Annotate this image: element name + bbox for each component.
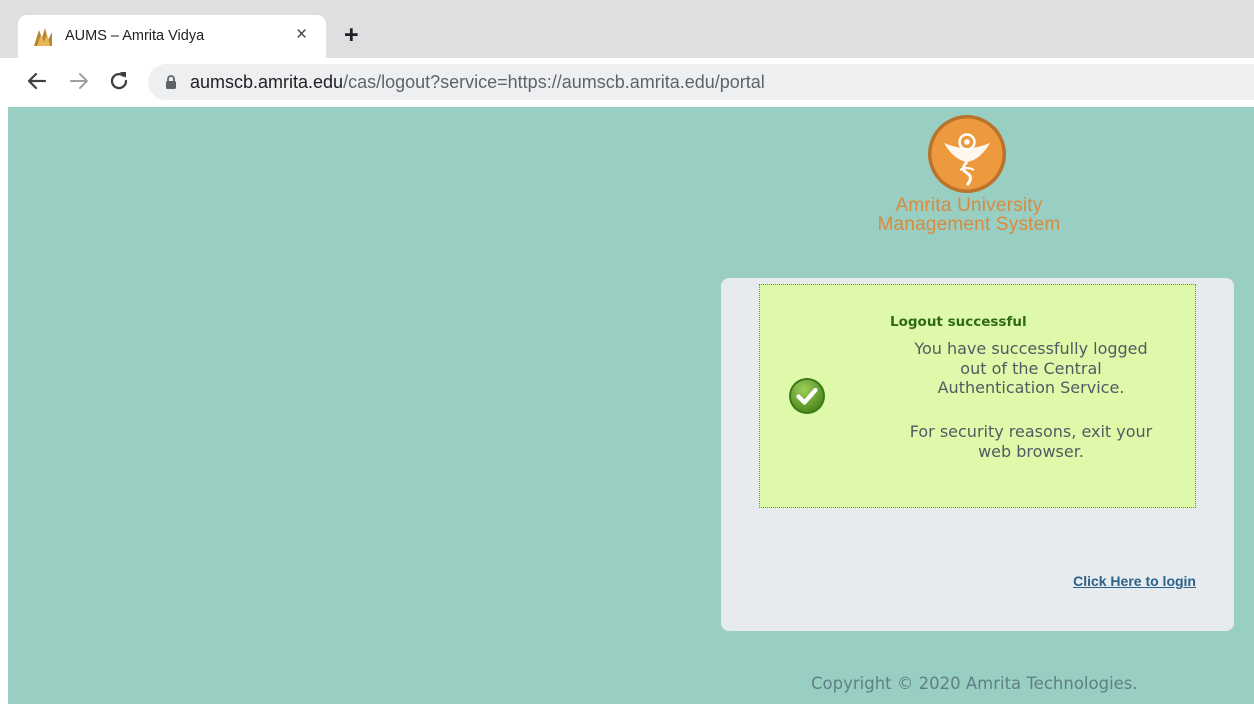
new-tab-icon[interactable]: + [344, 22, 359, 48]
url-text: aumscb.amrita.edu/cas/logout?service=htt… [190, 72, 765, 93]
url-host: aumscb.amrita.edu [190, 72, 344, 92]
message-title: Logout successful [890, 314, 1027, 330]
brand-line-1: Amrita University [895, 195, 1043, 216]
browser-toolbar: aumscb.amrita.edu/cas/logout?service=htt… [0, 58, 1254, 107]
amrita-logo-icon [928, 115, 1006, 193]
message-line: out of the Central [960, 358, 1102, 378]
logout-panel: Logout successful You have successfully … [721, 278, 1234, 631]
tab-strip: AUMS – Amrita Vidya × + [0, 0, 1254, 58]
reload-icon[interactable] [106, 68, 132, 94]
login-link[interactable]: Click Here to login [1073, 573, 1196, 589]
brand-line-2: Management System [877, 214, 1061, 235]
forward-arrow-icon[interactable] [66, 68, 92, 94]
url-path: /cas/logout?service=https://aumscb.amrit… [343, 72, 765, 92]
security-line: web browser. [978, 442, 1084, 461]
back-arrow-icon[interactable] [24, 68, 50, 94]
address-bar[interactable]: aumscb.amrita.edu/cas/logout?service=htt… [148, 64, 1254, 100]
message-body: You have successfully logged out of the … [880, 339, 1182, 398]
tab-title: AUMS – Amrita Vidya [65, 28, 205, 44]
tab-close-icon[interactable]: × [296, 24, 307, 46]
page-content: Amrita University Management System Logo… [8, 107, 1254, 704]
lock-icon [166, 75, 176, 89]
copyright-text: Copyright © 2020 Amrita Technologies. [811, 674, 1138, 693]
message-line: Authentication Service. [937, 378, 1125, 397]
security-note: For security reasons, exit your web brow… [880, 422, 1182, 462]
brand-title: Amrita University Management System [838, 196, 1100, 234]
security-line: For security reasons, exit your [909, 422, 1153, 441]
check-circle-icon [789, 378, 825, 414]
favicon-icon [34, 28, 52, 46]
browser-tab[interactable]: AUMS – Amrita Vidya × [18, 15, 326, 58]
message-line: You have successfully logged [914, 339, 1148, 358]
logout-message-box: Logout successful You have successfully … [759, 284, 1196, 508]
